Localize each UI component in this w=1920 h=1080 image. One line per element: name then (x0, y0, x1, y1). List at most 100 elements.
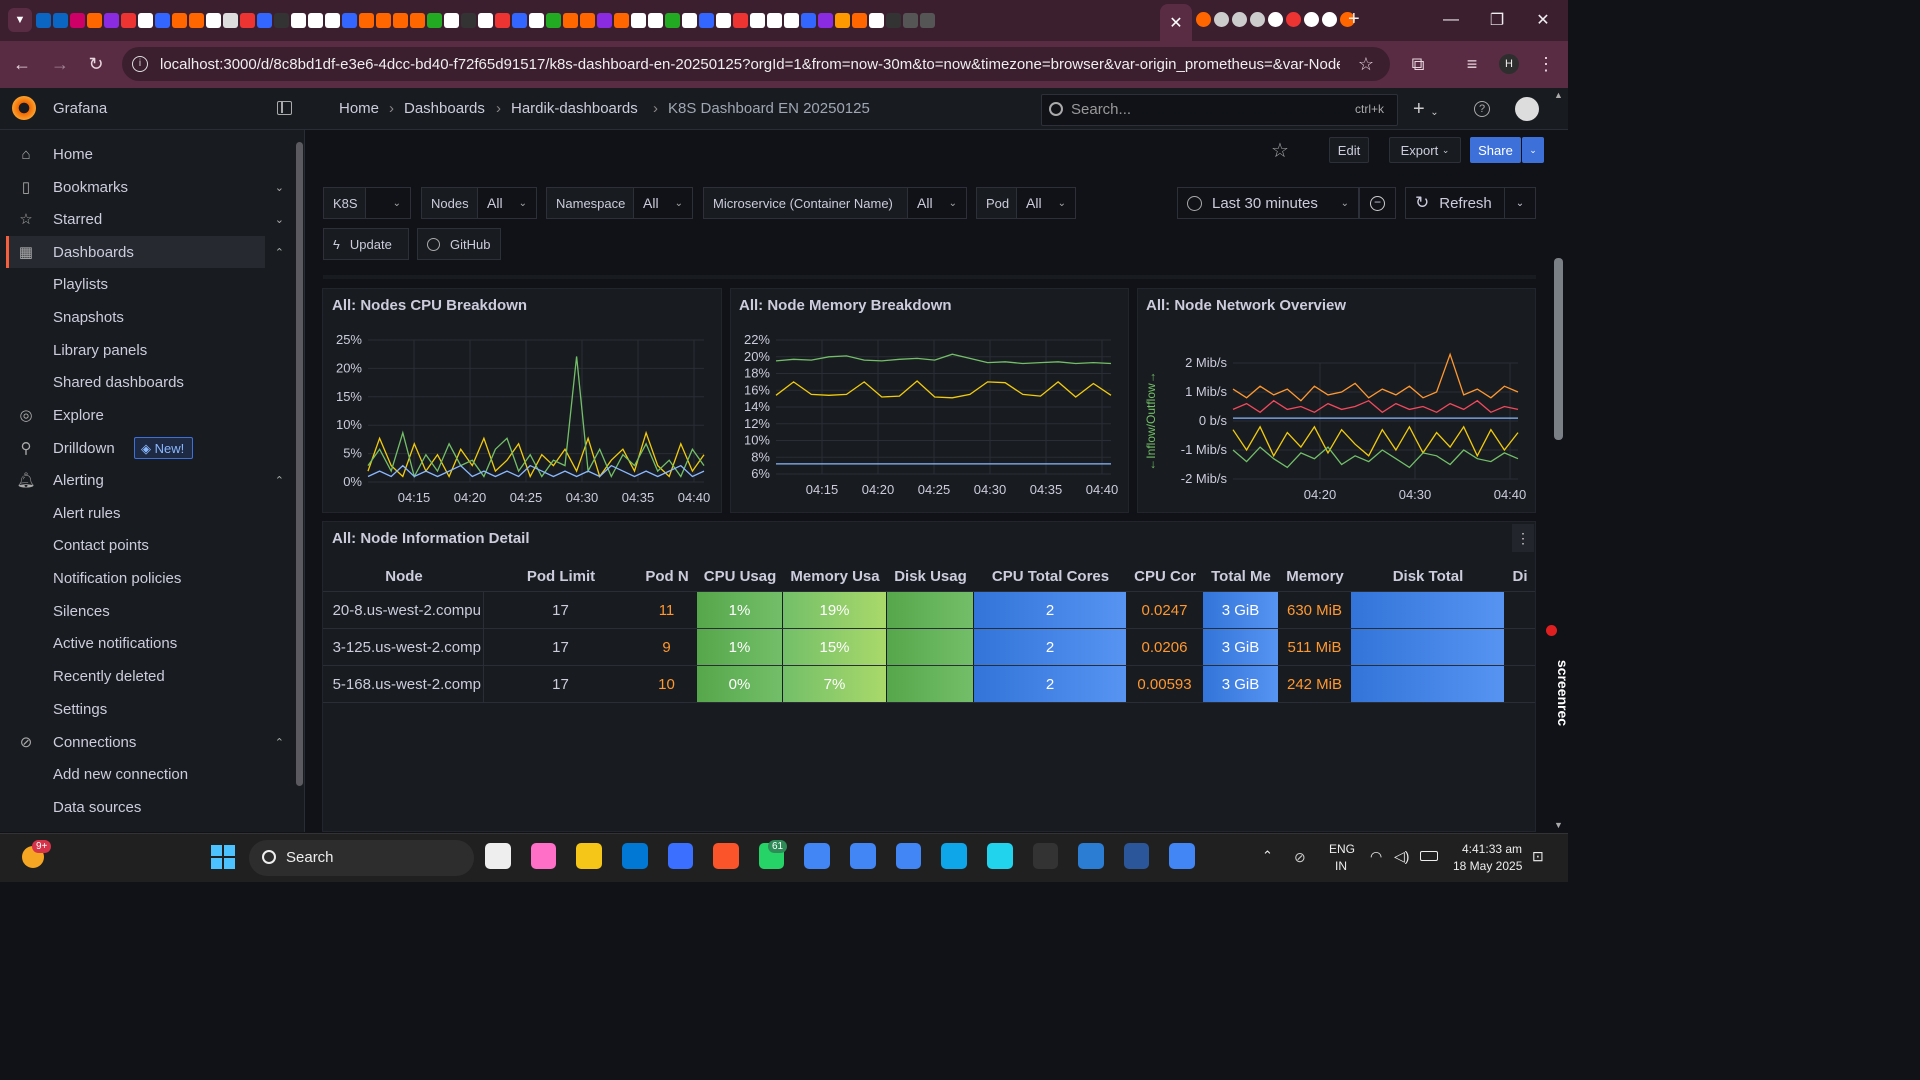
table-header[interactable]: Memory Usa (783, 568, 887, 585)
breadcrumb-home[interactable]: Home (339, 100, 379, 117)
sidebar-sub-settings[interactable]: Settings (53, 701, 107, 718)
tab-favicon-icon[interactable] (53, 12, 68, 28)
tab-favicon-icon[interactable] (614, 12, 629, 28)
chevron-down-icon[interactable]: ⌄ (275, 181, 284, 194)
sidebar-sub-shared-dashboards[interactable]: Shared dashboards (53, 374, 184, 391)
sidebar-item-connections[interactable]: ⊘ Connections ⌃ (0, 726, 290, 758)
reload-icon[interactable]: ↻ (84, 54, 108, 75)
tab-favicon-icon[interactable] (835, 12, 850, 28)
sidebar-item-home[interactable]: ⌂ Home (0, 138, 290, 170)
taskbar-app-icon[interactable] (895, 843, 922, 869)
tab-favicon-icon[interactable] (648, 12, 663, 28)
sidebar-scrollbar[interactable] (296, 142, 303, 786)
sidebar-sub-contact-points[interactable]: Contact points (53, 537, 149, 554)
tab-favicon-icon[interactable] (665, 12, 680, 28)
help-icon[interactable]: ? (1474, 101, 1490, 117)
table-header[interactable]: Node (323, 568, 485, 585)
tab-favicon-icon[interactable] (444, 12, 459, 28)
tab-favicon-icon[interactable] (1304, 12, 1319, 27)
taskbar-app-icon[interactable] (1032, 843, 1059, 869)
breadcrumb-folder[interactable]: Hardik-dashboards (511, 100, 638, 117)
tab-favicon-icon[interactable] (495, 12, 510, 28)
tab-favicon-icon[interactable] (308, 12, 323, 28)
table-header[interactable]: Total Me (1203, 568, 1279, 585)
taskbar-apps[interactable] (485, 843, 1195, 871)
tab-favicon-icon[interactable] (138, 12, 153, 28)
tab-favicon-icon[interactable] (529, 12, 544, 28)
tab-favicon-icon[interactable] (1250, 12, 1265, 27)
bookmark-star-icon[interactable]: ☆ (1354, 54, 1378, 75)
zoom-out-button[interactable]: − (1359, 187, 1396, 219)
browser-menu-icon[interactable]: ⋮ (1534, 54, 1558, 75)
tab-strip-right[interactable] (1196, 12, 1355, 28)
sidebar-sub-library-panels[interactable]: Library panels (53, 342, 147, 359)
taskbar-app-icon[interactable] (667, 843, 694, 869)
var-nodes-select[interactable]: All ⌄ (477, 187, 537, 219)
taskbar-app-icon[interactable] (941, 843, 967, 869)
refresh-interval-select[interactable]: ⌄ (1504, 187, 1536, 219)
page-scrollbar[interactable] (1554, 258, 1563, 440)
close-window-icon[interactable]: ✕ (1520, 0, 1566, 40)
update-link[interactable]: ϟ Update (323, 228, 409, 260)
tab-favicon-icon[interactable] (818, 12, 833, 28)
table-header[interactable]: Memory (1279, 568, 1351, 585)
chevron-down-icon[interactable]: ⌄ (275, 213, 284, 226)
user-avatar[interactable] (1515, 97, 1539, 121)
tab-favicon-icon[interactable] (886, 12, 901, 28)
new-tab-icon[interactable]: + (1348, 8, 1360, 31)
notifications-icon[interactable]: ⊡ (1532, 848, 1544, 865)
tab-favicon-icon[interactable] (1322, 12, 1337, 27)
table-header[interactable]: CPU Usag (697, 568, 783, 585)
chevron-up-icon[interactable]: ⌃ (275, 736, 284, 749)
tab-search-button[interactable]: ▼ (8, 8, 32, 32)
screenrec-record-icon[interactable] (1546, 625, 1557, 636)
taskbar-app-icon[interactable] (530, 843, 557, 869)
forward-icon[interactable]: → (48, 54, 72, 75)
var-k8s-select[interactable]: ⌄ (365, 187, 411, 219)
tab-favicon-icon[interactable] (1286, 12, 1301, 27)
tab-favicon-icon[interactable] (1268, 12, 1283, 27)
sidebar-sub-data-sources[interactable]: Data sources (53, 799, 141, 816)
wifi-icon[interactable]: ◠ (1370, 848, 1382, 865)
tab-favicon-icon[interactable] (359, 12, 374, 28)
tab-favicon-icon[interactable] (223, 12, 238, 28)
share-menu-button[interactable]: ⌄ (1522, 137, 1544, 163)
battery-icon[interactable] (1420, 851, 1438, 861)
tab-favicon-icon[interactable] (920, 12, 935, 28)
site-info-icon[interactable]: i (132, 56, 148, 72)
tab-favicon-icon[interactable] (784, 12, 799, 28)
table-header[interactable]: CPU Cor (1127, 568, 1203, 585)
refresh-button[interactable]: ↻ Refresh (1405, 187, 1505, 219)
tab-favicon-icon[interactable] (869, 12, 884, 28)
tab-favicon-icon[interactable] (512, 12, 527, 28)
tab-favicon-icon[interactable] (291, 12, 306, 28)
taskbar-app-icon[interactable] (576, 843, 602, 869)
sidebar-sub-playlists[interactable]: Playlists (53, 276, 108, 293)
taskbar-app-icon[interactable] (1123, 843, 1150, 869)
tab-favicon-icon[interactable] (903, 12, 918, 28)
language-top[interactable]: ENG (1329, 842, 1355, 856)
edit-button[interactable]: Edit (1329, 137, 1369, 163)
tab-strip[interactable] (36, 8, 1156, 32)
star-dashboard-icon[interactable]: ☆ (1271, 138, 1289, 163)
chevron-up-icon[interactable]: ⌃ (275, 474, 284, 487)
tab-favicon-icon[interactable] (274, 12, 289, 28)
media-icon[interactable]: ≡ (1460, 54, 1484, 75)
taskbar-search[interactable] (249, 840, 474, 876)
tab-favicon-icon[interactable] (682, 12, 697, 28)
tab-favicon-icon[interactable] (631, 12, 646, 28)
tab-favicon-icon[interactable] (36, 12, 51, 28)
taskbar-app-icon[interactable] (621, 843, 648, 869)
table-header[interactable]: Disk Usag (887, 568, 974, 585)
active-tab-close-icon[interactable]: ✕ (1160, 4, 1192, 41)
taskbar-app-icon[interactable] (850, 843, 876, 869)
tab-favicon-icon[interactable] (393, 12, 408, 28)
sidebar-sub-add-connection[interactable]: Add new connection (53, 766, 188, 783)
taskbar-app-icon[interactable] (485, 843, 511, 869)
tab-favicon-icon[interactable] (597, 12, 612, 28)
tab-favicon-icon[interactable] (1214, 12, 1229, 27)
tab-favicon-icon[interactable] (716, 12, 731, 28)
sidebar-sub-recently-deleted[interactable]: Recently deleted (53, 668, 165, 685)
profile-avatar[interactable]: H (1499, 54, 1519, 74)
sidebar-sub-silences[interactable]: Silences (53, 603, 110, 620)
